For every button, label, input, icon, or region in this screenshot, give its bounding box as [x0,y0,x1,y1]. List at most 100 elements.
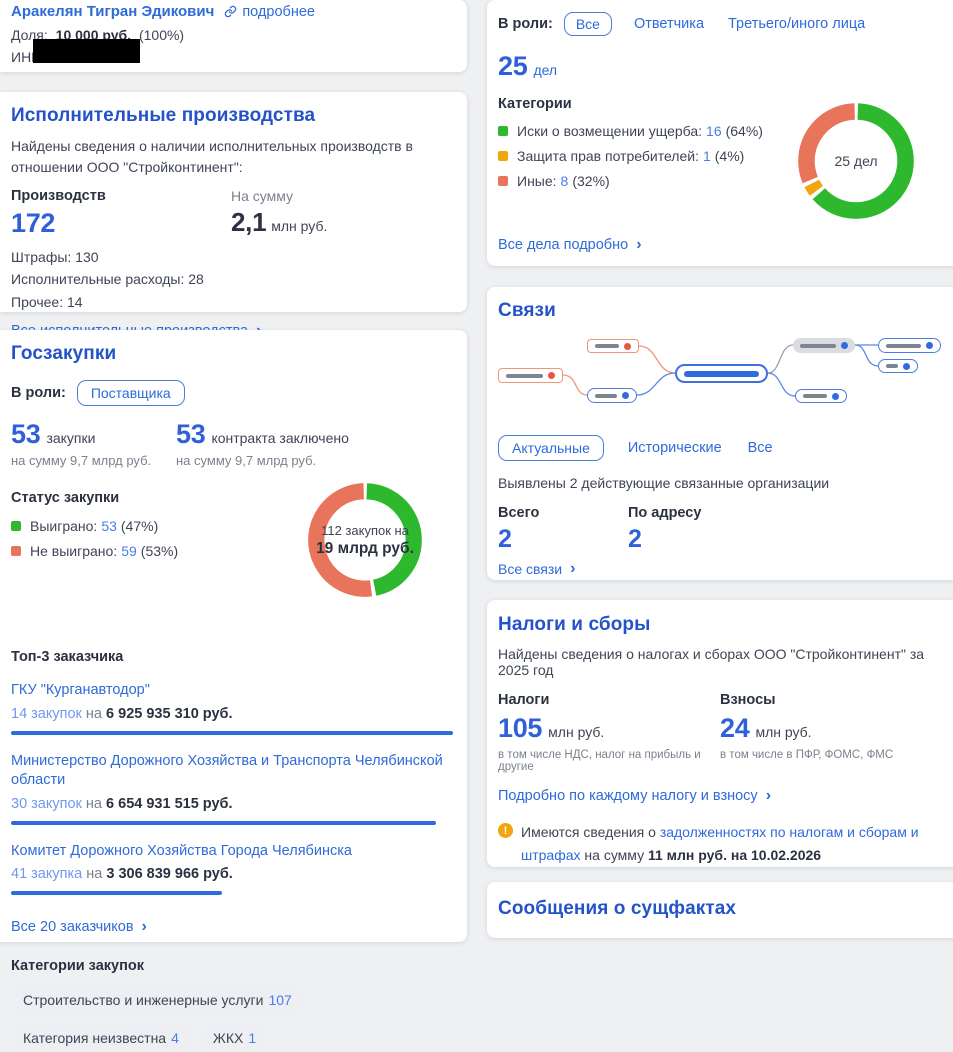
connections-by-address: 2 [628,527,949,552]
fees-amount: 24 [720,715,749,742]
graph-node-person[interactable] [793,338,855,353]
enforcement-breakdown-item: Штрафы: 130 [11,246,453,268]
donut-center-line1: 112 закупок на [321,523,409,538]
customer-amount-bar [11,821,436,825]
legend-item-damages: Иски о возмещении ущерба: 16 (64%) [498,123,798,139]
connections-summary: Выявлены 2 действующие связанные организ… [498,475,949,491]
tax-details-link[interactable]: Подробно по каждому налогу и взносу › [498,787,771,805]
other-count-link[interactable]: 8 [561,173,569,189]
legend-item-other: Иные: 8 (32%) [498,173,798,189]
owner-card: Аракелян Тигран Эдикович подробнее Доля:… [0,0,467,72]
procurement-title: Госзакупки [11,343,453,365]
taxes-title: Налоги и сборы [498,614,949,636]
chevron-right-icon: › [636,236,641,254]
enforcement-sum-label: На сумму [231,188,453,204]
connections-card: Связи Актуальные Исторические [487,287,953,580]
graph-node-company[interactable] [675,364,768,383]
connections-total-label: Всего [498,505,628,521]
enforcement-breakdown-item: Прочее: 14 [11,291,453,313]
procurement-stat2-text: контракта заключено [211,430,348,446]
warning-icon: ! [498,823,513,838]
customer-amount: 3 306 839 966 руб. [106,866,232,882]
customer-purchases-link[interactable]: 30 закупок [11,796,82,812]
won-count-link[interactable]: 53 [101,518,117,534]
customer-name-link[interactable]: Министерство Дорожного Хозяйства и Транс… [11,753,443,789]
lost-count-link[interactable]: 59 [121,543,137,559]
connections-tab-actual[interactable]: Актуальные [498,435,604,461]
enforcement-description: Найдены сведения о наличии исполнительны… [11,136,451,178]
category-chip[interactable]: Категория неизвестна4 [11,1024,191,1052]
enforcement-card: Исполнительные производства Найдены свед… [0,92,467,312]
sushfacts-card: Сообщения о сущфактах [487,882,953,938]
category-chip[interactable]: Строительство и инженерные услуги107 [11,986,304,1014]
donut-center-line1: 25 дел [834,153,877,169]
procurement-stat1-num: 53 [11,421,40,448]
customer-purchases-link[interactable]: 14 закупок [11,706,82,722]
courts-tab-all[interactable]: Все [564,12,612,36]
procurement-role-chip[interactable]: Поставщика [77,380,185,406]
procurement-stat1-sub: на сумму 9,7 млрд руб. [11,453,176,468]
share-pct: (100%) [139,27,184,43]
tax-label: Налоги [498,692,720,708]
procurement-donut-chart: 112 закупок на 19 млрд руб. [307,482,423,598]
chevron-right-icon: › [766,787,771,805]
legend-swatch-red [498,176,508,186]
donut-center-line2: 19 млрд руб. [316,540,414,558]
owner-name-link[interactable]: Аракелян Тигран Эдикович [11,3,214,20]
procurement-stat2-sub: на сумму 9,7 млрд руб. [176,453,453,468]
customer-purchases-link[interactable]: 41 закупка [11,866,82,882]
procurement-stat1-text: закупки [46,430,95,446]
graph-node-active-org[interactable] [795,389,847,403]
damages-count-link[interactable]: 16 [706,123,722,139]
tax-note: в том числе НДС, налог на прибыль и друг… [498,749,720,773]
legend-swatch-green [11,521,21,531]
enforcement-count: 172 [11,210,231,237]
customer-name-link[interactable]: Комитет Дорожного Хозяйства Города Челяб… [11,843,352,859]
top-customers-label: Топ-3 заказчика [11,649,453,665]
inn-redaction [33,39,140,63]
connections-tab-historical[interactable]: Исторические [628,440,722,456]
left-column: Аракелян Тигран Эдикович подробнее Доля:… [0,0,467,942]
all-connections-link[interactable]: Все связи › [498,560,575,578]
graph-node-inactive-org[interactable] [587,339,639,353]
enforcement-sum-unit: млн руб. [271,218,327,234]
sushfacts-title: Сообщения о сущфактах [498,898,949,920]
owner-details-link[interactable]: подробнее [242,4,315,20]
cases-donut-chart: 25 дел [797,102,915,220]
legend-swatch-red [11,546,21,556]
cases-count: 25 [498,53,527,80]
category-chip[interactable]: ЖКХ1 [201,1024,268,1052]
courts-tab-defendant[interactable]: Ответчика [634,16,704,32]
graph-node-active-org[interactable] [587,388,637,403]
customer-amount: 6 654 931 515 руб. [106,796,232,812]
enforcement-sum-value: 2,1 [231,209,266,235]
procurement-stat2-num: 53 [176,421,205,448]
chevron-right-icon: › [142,918,147,936]
procurement-role-label: В роли: [11,385,66,401]
all-customers-link[interactable]: Все 20 заказчиков › [11,918,147,936]
graph-node-active-org[interactable] [878,359,918,373]
courts-role-label: В роли: [498,16,553,32]
procurement-card: Госзакупки В роли: Поставщика 53 закупки… [0,330,467,942]
customer-row: ГКУ "Курганавтодор" 14 закупок на 6 925 … [11,681,453,735]
enforcement-count-label: Производств [11,188,231,204]
legend-item-consumer: Защита прав потребителей: 1 (4%) [498,148,798,164]
customer-amount-bar [11,891,222,895]
customer-name-link[interactable]: ГКУ "Курганавтодор" [11,682,150,698]
customer-amount-bar [11,731,453,735]
connections-tab-all[interactable]: Все [748,440,773,456]
courts-tab-third-party[interactable]: Третьего/иного лица [728,16,865,32]
all-cases-link[interactable]: Все дела подробно › [498,236,642,254]
graph-node-active-org[interactable] [878,338,941,353]
connections-title: Связи [498,300,949,322]
enforcement-breakdown-item: Исполнительные расходы: 28 [11,268,453,290]
graph-node-inactive-org[interactable] [498,368,563,383]
connections-graph [498,330,941,425]
connections-total: 2 [498,527,628,552]
procurement-categories-label: Категории закупок [11,958,453,974]
fees-label: Взносы [720,692,949,708]
consumer-count-link[interactable]: 1 [703,148,711,164]
connections-address-label: По адресу [628,505,949,521]
customer-row: Комитет Дорожного Хозяйства Города Челяб… [11,842,453,896]
fees-note: в том числе в ПФР, ФОМС, ФМС [720,749,949,761]
